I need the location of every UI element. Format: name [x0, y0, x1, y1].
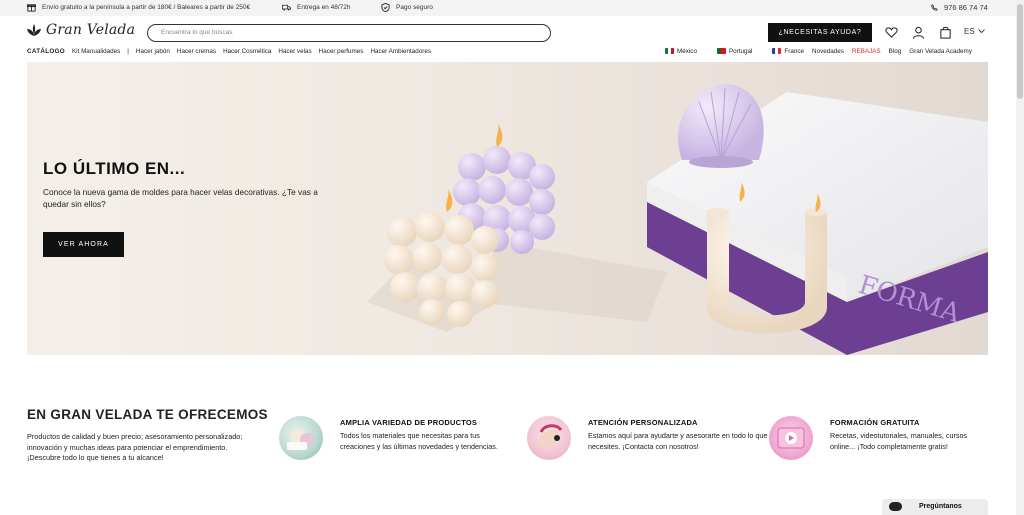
- mexico-flag-icon: [665, 48, 674, 54]
- hero-cta-button[interactable]: VER AHORA: [43, 232, 124, 257]
- nav-divider: |: [127, 48, 129, 55]
- scrollbar-thumb[interactable]: [1017, 4, 1023, 99]
- heart-icon[interactable]: [885, 26, 898, 39]
- chat-label: Pregúntanos: [919, 503, 962, 510]
- products-image: [279, 416, 323, 460]
- leaf-logo-icon: [27, 24, 41, 36]
- page-scrollbar[interactable]: [1016, 0, 1024, 515]
- hero-subtitle: Conoce la nueva gama de moldes para hace…: [43, 187, 318, 209]
- payment-info: Pago seguro: [381, 3, 433, 12]
- nav-item-hacer-cosmetica[interactable]: Hacer Cosmética: [223, 48, 271, 55]
- nav-item-blog[interactable]: Blog: [889, 48, 902, 55]
- shopping-bag-icon[interactable]: [939, 26, 952, 39]
- category-nav: CATÁLOGO Kit Manualidades | Hacer jabón …: [27, 48, 431, 55]
- france-flag-icon: [772, 48, 782, 54]
- phone-number[interactable]: 976 86 74 74: [944, 3, 988, 12]
- logo[interactable]: Gran Velada: [26, 22, 135, 38]
- language-code: ES: [964, 27, 975, 36]
- nav-item-novedades[interactable]: Novedades: [812, 48, 844, 55]
- user-icon[interactable]: [912, 26, 925, 39]
- search-input[interactable]: Encuentra lo que buscas: [147, 24, 551, 42]
- portugal-label: Portugal: [728, 48, 753, 55]
- truck-icon: [282, 4, 291, 11]
- nav-item-france[interactable]: France: [772, 48, 804, 55]
- nav-item-kit-manualidades[interactable]: Kit Manualidades: [72, 48, 120, 55]
- phone-link[interactable]: 976 86 74 74: [931, 3, 988, 12]
- chat-widget[interactable]: Pregúntanos: [882, 499, 988, 515]
- hero-title: LO ÚLTIMO EN...: [43, 159, 186, 178]
- nav-item-rebajas[interactable]: REBAJAS: [852, 48, 881, 55]
- training-image: [769, 416, 813, 460]
- chat-bubble-icon: [889, 502, 902, 511]
- nav-item-academy[interactable]: Gran Velada Academy: [909, 48, 972, 55]
- nav-item-hacer-ambientadores[interactable]: Hacer Ambientadores: [370, 48, 431, 55]
- nav-item-mexico[interactable]: México: [665, 48, 697, 55]
- shipping-text: Envío gratuito a la península a partir d…: [42, 4, 251, 11]
- help-button[interactable]: ¿NECESITAS AYUDA?: [768, 23, 872, 42]
- chevron-down-icon: [977, 29, 985, 34]
- nav-item-hacer-velas[interactable]: Hacer velas: [278, 48, 311, 55]
- nav-item-hacer-jabon[interactable]: Hacer jabón: [136, 48, 170, 55]
- top-info-bar: Envío gratuito a la península a partir d…: [0, 0, 1016, 16]
- attention-image: [527, 416, 571, 460]
- feature-attention-title: ATENCIÓN PERSONALIZADA: [588, 418, 698, 427]
- feature-training-text: Recetas, videotutoriales, manuales, curs…: [830, 431, 968, 451]
- shipping-info: Envío gratuito a la península a partir d…: [27, 3, 250, 12]
- feature-training-title: FORMACIÓN GRATUITA: [830, 418, 920, 427]
- main-nav: CATÁLOGO Kit Manualidades | Hacer jabón …: [0, 46, 1016, 60]
- logo-text: Gran Velada: [46, 22, 136, 38]
- nav-item-hacer-cremas[interactable]: Hacer cremas: [177, 48, 216, 55]
- gift-icon: [27, 4, 36, 12]
- offer-text: Productos de calidad y buen precio; ases…: [27, 432, 243, 462]
- secondary-nav: México Portugal France Novedades REBAJAS…: [665, 48, 972, 55]
- nav-item-hacer-perfumes[interactable]: Hacer perfumes: [319, 48, 364, 55]
- phone-icon: [931, 4, 938, 11]
- offer-title: EN GRAN VELADA TE OFRECEMOS: [27, 407, 268, 422]
- mexico-label: México: [677, 48, 697, 55]
- feature-products-text: Todos los materiales que necesitas para …: [340, 431, 498, 451]
- nav-item-catalog[interactable]: CATÁLOGO: [27, 48, 65, 55]
- portugal-flag-icon: [716, 48, 726, 54]
- nav-item-portugal[interactable]: Portugal: [716, 48, 753, 55]
- delivery-info: Entrega en 48/72h: [282, 3, 351, 12]
- feature-attention-text: Estamos aquí para ayudarte y asesorarte …: [588, 431, 768, 451]
- shield-icon: [381, 3, 390, 12]
- payment-text: Pago seguro: [396, 4, 433, 11]
- feature-products-title: AMPLIA VARIEDAD DE PRODUCTOS: [340, 418, 478, 427]
- site-header: Gran Velada Encuentra lo que buscas ¿NEC…: [0, 16, 1016, 46]
- language-selector[interactable]: ES: [964, 27, 985, 36]
- hero-banner[interactable]: FORMA LO ÚLTIMO EN... Conoce la nueva ga…: [27, 62, 988, 355]
- france-label: France: [784, 48, 805, 55]
- delivery-text: Entrega en 48/72h: [297, 4, 351, 11]
